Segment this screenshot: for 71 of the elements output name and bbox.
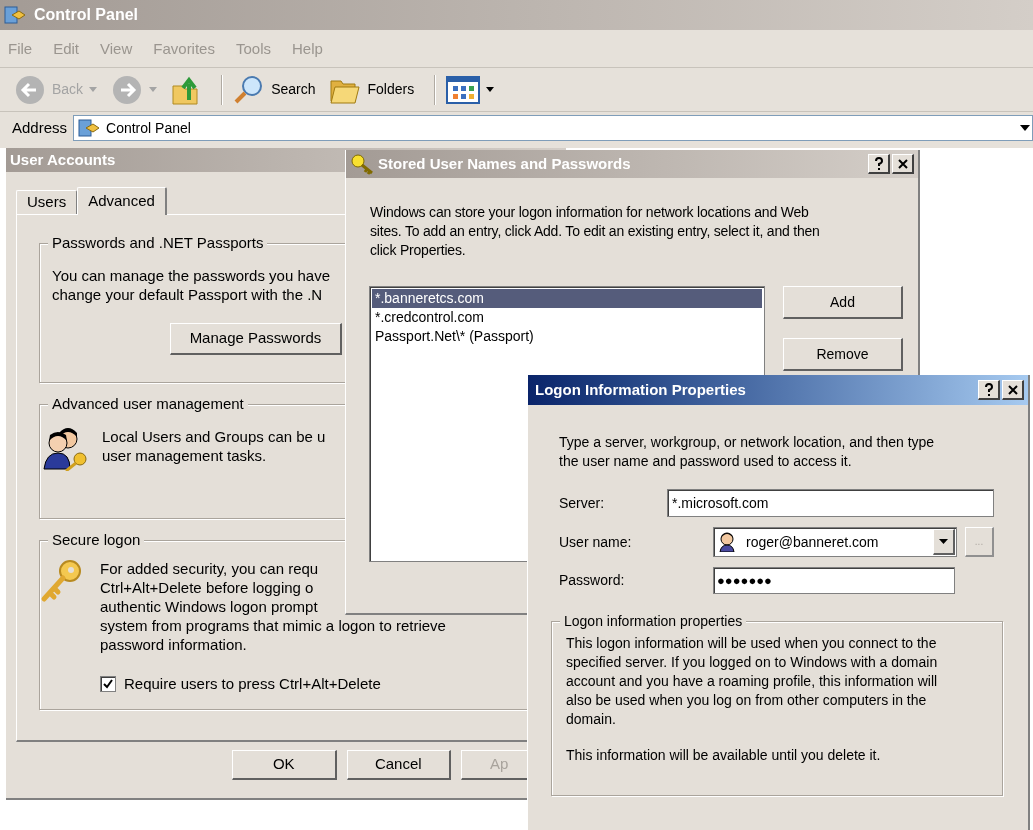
control-panel-icon xyxy=(78,118,101,138)
dialog-button[interactable]: Remove xyxy=(783,338,903,371)
text-line: This logon information will be used when you connect to the xyxy=(566,634,938,653)
text-line: For added security, you can requ xyxy=(100,559,320,578)
key-icon xyxy=(350,153,374,175)
group-title: Advanced user management xyxy=(48,395,248,413)
window-title: User Accounts xyxy=(10,149,116,170)
text-line: password information. xyxy=(100,635,248,654)
text-line: user management tasks. xyxy=(102,446,268,465)
text-line: specified server. If you logged on to Windows with a domain xyxy=(566,653,939,672)
close-button[interactable] xyxy=(1002,380,1024,400)
text-line: Windows can store your logon information for network locations and Web xyxy=(370,203,810,222)
window-title: Stored User Names and Passwords xyxy=(378,153,631,174)
control-panel-icon xyxy=(4,5,26,25)
list-item[interactable]: *.banneretcs.com xyxy=(372,289,762,308)
checkbox[interactable] xyxy=(100,676,116,693)
text-line: Type a server, workgroup, or network location, and then type xyxy=(559,433,936,452)
input-field[interactable]: *.microsoft.com xyxy=(667,489,994,517)
manage-passwords-button[interactable]: Manage Passwords xyxy=(170,323,342,355)
text-line: You can manage the passwords you have xyxy=(52,266,331,285)
text-line: Local Users and Groups can be u xyxy=(102,427,326,446)
text-line: sites. To add an entry, click Add. To edit an existing entry, select it, and then xyxy=(370,222,821,241)
help-button[interactable] xyxy=(978,380,1000,400)
help-button[interactable] xyxy=(868,154,890,174)
text-line: the user name and password used to access it. xyxy=(559,452,853,471)
close-button[interactable] xyxy=(892,154,914,174)
dropdown-button[interactable] xyxy=(933,529,955,555)
text-line: change your default Passport with the .N xyxy=(52,285,324,304)
toolbar-button[interactable]: Folders xyxy=(327,70,417,109)
text-line: account and you have a roaming profile, this information will xyxy=(566,672,939,691)
close-icon xyxy=(897,158,908,169)
caret-icon xyxy=(149,87,158,92)
window-title: Logon Information Properties xyxy=(535,379,746,400)
users-with-key-icon xyxy=(40,427,90,471)
text-line: click Properties. xyxy=(370,241,467,260)
list-item[interactable]: Passport.Net\* (Passport) xyxy=(372,327,762,346)
help-icon xyxy=(983,382,994,397)
group-title: Passwords and .NET Passports xyxy=(48,234,268,252)
user-name-dropdown[interactable]: roger@banneret.com xyxy=(713,527,957,557)
dialog-button[interactable]: Add xyxy=(783,286,903,319)
address-label: Address xyxy=(12,117,68,138)
views-icon xyxy=(446,75,481,104)
field-label: User name: xyxy=(559,532,633,552)
input-field[interactable]: ●●●●●●● xyxy=(713,567,955,594)
key-icon xyxy=(40,559,84,605)
text-line: This information will be available until you delete it. xyxy=(566,746,882,765)
address-field[interactable]: Control Panel xyxy=(73,115,1033,141)
dropdown-arrow-icon[interactable] xyxy=(1020,125,1030,131)
field-label: Password: xyxy=(559,571,626,590)
caret-icon xyxy=(89,87,98,92)
text-line: Ctrl+Alt+Delete before logging o xyxy=(100,578,315,597)
check-icon xyxy=(103,679,113,690)
group-title: Secure logon xyxy=(48,531,145,549)
checkbox-label: Require users to press Ctrl+Alt+Delete xyxy=(124,674,381,694)
user-icon xyxy=(718,532,736,552)
window-title: Control Panel xyxy=(34,5,138,25)
dropdown-arrow-icon xyxy=(939,539,948,544)
text-line: authentic Windows logon prompt xyxy=(100,597,319,616)
dialog-button[interactable]: Cancel xyxy=(346,750,452,780)
list-item[interactable]: *.credcontrol.com xyxy=(372,308,762,327)
text-line: also be used when you log on from other computers in the xyxy=(566,691,928,710)
caret-icon xyxy=(486,87,495,92)
text-line: domain. xyxy=(566,710,617,729)
tab[interactable]: Advanced xyxy=(77,187,167,215)
close-icon xyxy=(1007,384,1018,395)
group-title: Logon information properties xyxy=(560,612,747,630)
help-icon xyxy=(873,156,884,171)
field-label: Server: xyxy=(559,493,606,513)
dialog-button[interactable]: OK xyxy=(232,750,337,780)
toolbar-button[interactable]: Search xyxy=(231,70,318,109)
text-line: system from programs that mimic a logon to retrieve xyxy=(100,616,446,635)
